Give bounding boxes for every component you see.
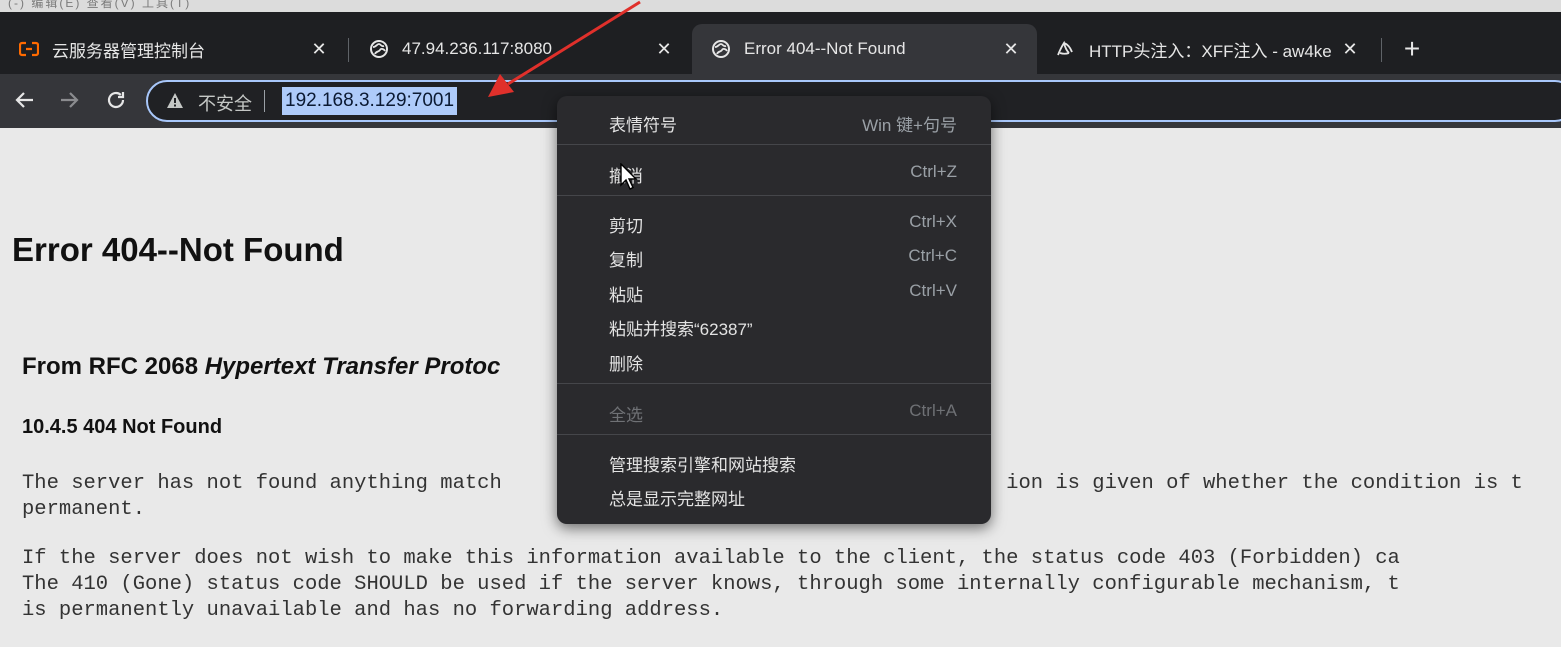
rfc-heading: From RFC 2068 Hypertext Transfer Protoc	[22, 353, 500, 381]
tab-http-header-injection[interactable]: HTTP头注入：XFF注入 - aw4ke ✕	[1037, 24, 1382, 74]
tab-separator	[1381, 38, 1382, 62]
shortcut-copy: Ctrl+C	[908, 246, 957, 265]
menu-divider	[557, 195, 991, 196]
tab-title: 云服务器管理控制台	[52, 41, 205, 61]
page-title: Error 404--Not Found	[12, 231, 344, 268]
forward-button[interactable]	[54, 84, 84, 116]
shortcut-cut: Ctrl+X	[909, 212, 957, 231]
menu-divider	[557, 144, 991, 145]
back-arrow-icon	[15, 92, 33, 108]
reload-icon	[107, 91, 125, 109]
menu-item-paste[interactable]: 粘贴	[609, 281, 643, 306]
shortcut-undo: Ctrl+Z	[910, 162, 957, 181]
menu-item-select-all[interactable]: 全选	[609, 401, 643, 426]
paragraph-2: If the server does not wish to make this…	[22, 547, 1400, 622]
tab-close-button[interactable]: ✕	[1338, 37, 1362, 61]
menu-item-manage-search-engines[interactable]: 管理搜索引擎和网站搜索	[609, 451, 796, 476]
security-status-label[interactable]: 不安全	[198, 90, 252, 116]
address-divider	[264, 90, 265, 112]
section-heading: 10.4.5 404 Not Found	[22, 416, 223, 438]
menu-divider	[557, 434, 991, 435]
tab-title: HTTP头注入：XFF注入 - aw4ke	[1089, 41, 1332, 61]
menu-divider	[557, 383, 991, 384]
shortcut-paste: Ctrl+V	[909, 281, 957, 300]
tab-title: Error 404--Not Found	[744, 39, 906, 58]
tab-cloud-console[interactable]: 云服务器管理控制台 ✕	[0, 24, 345, 74]
tab-error-404[interactable]: Error 404--Not Found ✕	[692, 24, 1037, 74]
tab-ip-8080[interactable]: 47.94.236.117:8080 ✕	[350, 24, 690, 74]
tab-strip: 云服务器管理控制台 ✕ 47.94.236.117:8080 ✕ Error 4…	[0, 12, 1561, 74]
context-menu: 表情符号 Win 键+句号 撤消 Ctrl+Z 剪切 Ctrl+X 复制 Ctr…	[557, 96, 991, 524]
not-secure-warning-icon[interactable]	[166, 92, 184, 110]
reload-button[interactable]	[101, 84, 131, 116]
menu-item-emoji[interactable]: 表情符号	[609, 111, 677, 136]
tab-separator	[348, 38, 349, 62]
custom-site-icon	[1055, 38, 1077, 60]
new-tab-button[interactable]: +	[1396, 34, 1428, 66]
tab-close-button[interactable]: ✕	[999, 37, 1023, 61]
aliyun-console-icon	[18, 38, 40, 60]
forward-arrow-icon	[61, 92, 79, 108]
globe-icon	[368, 38, 390, 60]
tab-close-button[interactable]: ✕	[307, 37, 331, 61]
menu-item-cut[interactable]: 剪切	[609, 212, 643, 237]
back-button[interactable]	[10, 84, 40, 116]
shortcut-emoji: Win 键+句号	[862, 116, 957, 135]
menu-item-copy[interactable]: 复制	[609, 246, 643, 271]
tab-close-button[interactable]: ✕	[652, 37, 676, 61]
url-text-selected[interactable]: 192.168.3.129:7001	[282, 87, 458, 115]
shortcut-select-all: Ctrl+A	[909, 401, 957, 420]
rfc-heading-italic: Hypertext Transfer Protoc	[204, 353, 501, 380]
rfc-heading-prefix: From RFC 2068	[22, 353, 205, 380]
globe-icon	[710, 38, 732, 60]
menu-item-delete[interactable]: 删除	[609, 350, 643, 375]
mouse-cursor-icon	[620, 163, 638, 190]
window-menu-fragment: (-) 编辑(E) 查看(V) 工具(T)	[0, 0, 1561, 12]
tab-title: 47.94.236.117:8080	[402, 39, 552, 58]
window-menu-fragment-text: (-) 编辑(E) 查看(V) 工具(T)	[8, 0, 192, 10]
menu-item-paste-and-search[interactable]: 粘贴并搜索“62387”	[609, 315, 753, 340]
menu-item-always-show-full-url[interactable]: 总是显示完整网址	[609, 485, 745, 510]
